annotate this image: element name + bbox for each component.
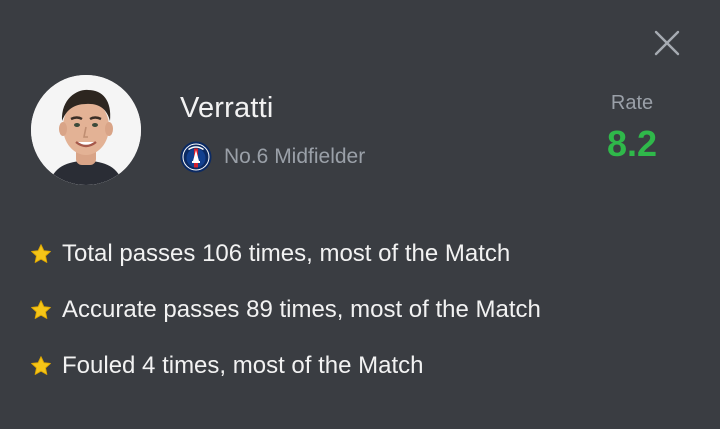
player-rating-card: Verratti No.6 Midfielder Rate 8.2 Total …: [0, 0, 720, 429]
list-item: Total passes 106 times, most of the Matc…: [30, 232, 541, 276]
highlight-text: Accurate passes 89 times, most of the Ma…: [62, 296, 541, 323]
player-info-row: No.6 Midfielder: [180, 140, 365, 174]
player-position: No.6 Midfielder: [224, 145, 366, 168]
rating-label: Rate: [610, 92, 654, 114]
player-avatar: [31, 75, 141, 185]
star-icon: [30, 299, 52, 321]
rating-block: Rate 8.2: [590, 92, 674, 165]
highlights-list: Total passes 106 times, most of the Matc…: [30, 232, 541, 400]
rating-value: 8.2: [606, 123, 658, 164]
star-icon: [30, 243, 52, 265]
list-item: Accurate passes 89 times, most of the Ma…: [30, 288, 541, 332]
psg-crest-icon: [180, 141, 212, 173]
player-name: Verratti: [180, 92, 274, 124]
close-icon[interactable]: [652, 28, 682, 58]
list-item: Fouled 4 times, most of the Match: [30, 344, 541, 388]
highlight-text: Total passes 106 times, most of the Matc…: [62, 240, 511, 267]
star-icon: [30, 355, 52, 377]
highlight-text: Fouled 4 times, most of the Match: [62, 352, 424, 379]
